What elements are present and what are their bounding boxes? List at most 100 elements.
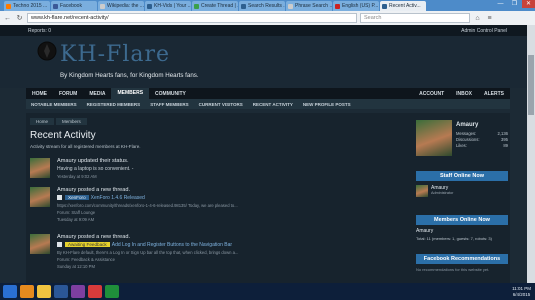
url-input[interactable]: www.kh-flare.net/recent-activity/ <box>27 13 357 23</box>
tab-label: KH-Vids | Your ... <box>154 3 191 9</box>
avatar[interactable] <box>30 234 50 254</box>
page-title: Recent Activity <box>30 130 96 141</box>
menu-icon[interactable]: ≡ <box>485 14 494 23</box>
site-name[interactable]: KH-Flare <box>60 42 170 67</box>
staff-online-list: Amaury Administrator <box>416 185 453 197</box>
nav-alerts[interactable]: ALERTS <box>478 91 510 97</box>
members-online-name[interactable]: Amaury <box>416 228 433 234</box>
browser-tab[interactable]: Search Results ... <box>239 1 285 11</box>
tab-label: Create Thread | ... <box>201 3 238 9</box>
browser-tab[interactable]: Wikipedia: the ... <box>98 1 144 11</box>
activity-headline: Amaury updated their status. <box>57 158 129 164</box>
nav-members[interactable]: MEMBERS <box>111 88 150 99</box>
activity-headline: Amaury posted a new thread. <box>57 234 131 240</box>
tab-favicon-icon <box>194 3 199 9</box>
activity-text: Having a laptop is so convenient. - <box>57 166 134 172</box>
facebook-text: No recommendations for this website yet. <box>416 267 490 272</box>
back-icon[interactable]: ← <box>3 14 12 23</box>
checkbox[interactable] <box>57 195 62 201</box>
tab-favicon-icon <box>147 3 152 9</box>
activity-time: Yesterday at 9:02 AM <box>57 174 97 179</box>
app-icon[interactable] <box>88 285 102 298</box>
activity-headline: Amaury posted a new thread. <box>57 187 131 193</box>
browser-tab[interactable]: English (US) P... <box>333 1 379 11</box>
stat-discussions: Discussions: 395 <box>456 137 508 142</box>
thread-prefix-badge: XenForo <box>65 195 89 200</box>
tab-favicon-icon <box>100 3 105 9</box>
stat-messages: Messages: 2,136 <box>456 131 508 136</box>
windows-taskbar: 11:01 PM 6/4/2015 <box>0 283 535 300</box>
app-icon[interactable] <box>105 285 119 298</box>
onenote-icon[interactable] <box>71 285 85 298</box>
subnav-recent[interactable]: RECENT ACTIVITY <box>248 102 298 107</box>
tab-label: Techno 2015 ... <box>13 3 48 9</box>
thread-snippet: By KH-Flare default, there's a Log In or… <box>57 250 239 255</box>
tab-favicon-icon <box>382 3 387 9</box>
thread-snippet: https://xenforo.com/community/threads/xe… <box>57 203 238 208</box>
thread-title-link[interactable]: Add Log In and Register Buttons to the N… <box>112 242 232 248</box>
nav-home[interactable]: HOME <box>26 91 53 97</box>
visitor-panel: Amaury Messages: 2,136 Discussions: 395 Li… <box>416 120 508 162</box>
thread-forum[interactable]: Forum: Feedback & Assistance <box>57 257 377 262</box>
address-bar: ← ↻ www.kh-flare.net/recent-activity/ Se… <box>0 11 535 25</box>
scrollbar-thumb[interactable] <box>528 55 534 115</box>
breadcrumb-members[interactable]: Members <box>56 118 87 125</box>
checkbox[interactable] <box>57 242 62 248</box>
search-input[interactable]: Search <box>360 13 470 23</box>
page-scrollbar[interactable] <box>527 25 535 283</box>
site-logo-icon[interactable] <box>36 40 58 62</box>
avatar[interactable] <box>416 185 428 197</box>
subnav-visitors[interactable]: CURRENT VISITORS <box>194 102 248 107</box>
avatar[interactable] <box>30 158 50 178</box>
browser-tab[interactable]: Create Thread | ... <box>192 1 238 11</box>
tab-label: English (US) P... <box>342 3 379 9</box>
activity-time: Sunday at 12:10 PM <box>57 264 95 269</box>
nav-account[interactable]: ACCOUNT <box>413 91 450 97</box>
firefox-icon[interactable] <box>20 285 34 298</box>
reports-link[interactable]: Reports: 0 <box>28 28 51 34</box>
browser-tab[interactable]: Techno 2015 ... <box>4 1 50 11</box>
tab-label: Recent Activ... <box>389 3 421 9</box>
minimize-icon[interactable]: — <box>494 0 507 8</box>
breadcrumb: Home Members <box>30 118 87 125</box>
refresh-icon[interactable]: ↻ <box>15 14 24 23</box>
tab-favicon-icon <box>335 3 340 9</box>
explorer-icon[interactable] <box>37 285 51 298</box>
window-controls: — ❐ ✕ <box>494 0 535 8</box>
avatar[interactable] <box>416 120 452 156</box>
home-icon[interactable]: ⌂ <box>473 14 482 23</box>
main-navigation: HOME FORUM MEDIA MEMBERS COMMUNITY ACCOU… <box>26 88 510 99</box>
maximize-icon[interactable]: ❐ <box>508 0 521 8</box>
tab-favicon-icon <box>6 3 11 9</box>
admin-cp-link[interactable]: Admin Control Panel <box>461 28 507 34</box>
browser-tab[interactable]: Facebook <box>51 1 97 11</box>
thread-forum[interactable]: Forum: Staff Lounge <box>57 210 377 215</box>
nav-community[interactable]: COMMUNITY <box>149 91 192 97</box>
nav-media[interactable]: MEDIA <box>83 91 111 97</box>
nav-inbox[interactable]: INBOX <box>450 91 478 97</box>
site-tagline: By Kingdom Hearts fans, for Kingdom Hear… <box>60 72 199 79</box>
page-description: Activity stream for all registered membe… <box>30 144 141 149</box>
subnav-profile-posts[interactable]: NEW PROFILE POSTS <box>298 102 356 107</box>
avatar[interactable] <box>30 187 50 207</box>
browser-tab-bar: Techno 2015 ... Facebook Wikipedia: the ..… <box>0 0 535 11</box>
subnav-staff[interactable]: STAFF MEMBERS <box>145 102 193 107</box>
browser-tab[interactable]: KH-Vids | Your ... <box>145 1 191 11</box>
word-icon[interactable] <box>54 285 68 298</box>
thread-title-link[interactable]: XenForo 1.4.6 Released <box>91 195 145 201</box>
breadcrumb-home[interactable]: Home <box>30 118 55 125</box>
tab-label: Phrase Search ... <box>295 3 332 9</box>
start-icon[interactable] <box>3 285 17 298</box>
browser-tab[interactable]: Phrase Search ... <box>286 1 332 11</box>
staff-online-heading[interactable]: Staff Online Now <box>416 171 508 181</box>
members-online-heading[interactable]: Members Online Now <box>416 215 508 225</box>
browser-tab[interactable]: Recent Activ... <box>380 1 426 11</box>
close-icon[interactable]: ✕ <box>522 0 535 8</box>
nav-forum[interactable]: FORUM <box>53 91 83 97</box>
clock[interactable]: 11:01 PM 6/4/2015 <box>512 286 535 298</box>
subnav-registered[interactable]: REGISTERED MEMBERS <box>82 102 146 107</box>
visitor-name[interactable]: Amaury <box>456 122 478 128</box>
admin-strip: Reports: 0 Admin Control Panel <box>0 25 535 36</box>
facebook-heading[interactable]: Facebook Recommendations <box>416 254 508 264</box>
subnav-notable[interactable]: NOTABLE MEMBERS <box>26 102 82 107</box>
